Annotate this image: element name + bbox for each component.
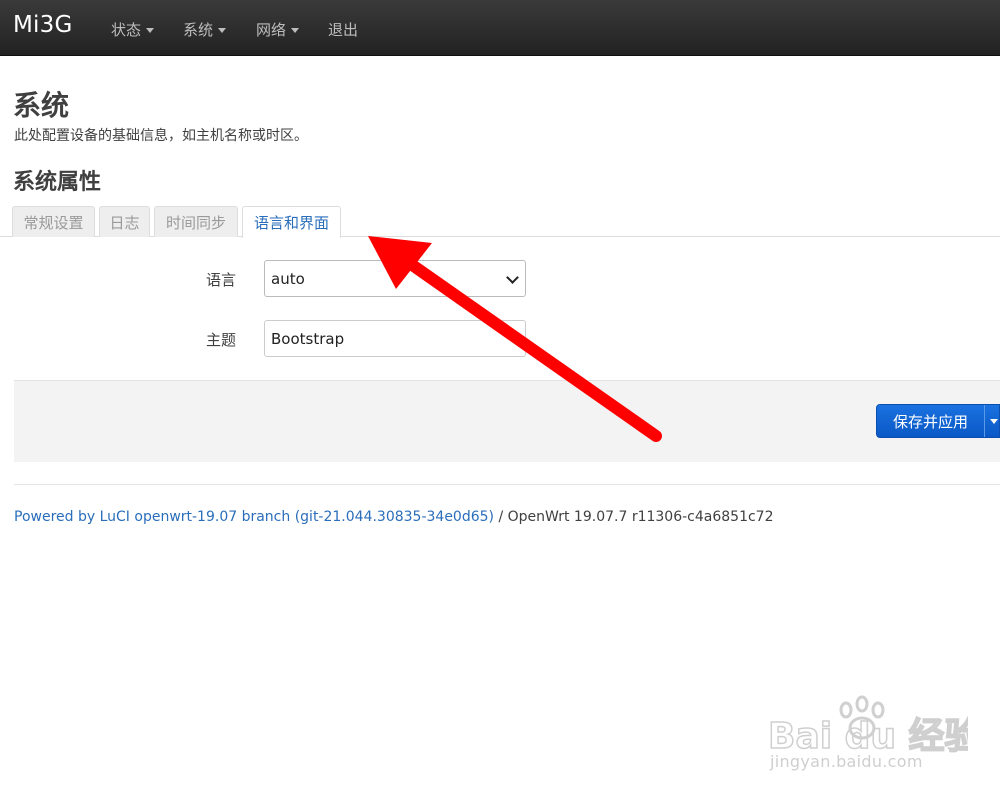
button-divider	[984, 405, 985, 437]
chevron-down-icon	[146, 28, 155, 33]
language-label: 语言	[206, 271, 237, 289]
nav-status-label: 状态	[111, 21, 142, 39]
footer: Powered by LuCI openwrt-19.07 branch (gi…	[14, 509, 774, 525]
chevron-down-icon	[506, 271, 519, 284]
luci-version-link[interactable]: Powered by LuCI openwrt-19.07 branch (gi…	[14, 509, 494, 525]
theme-label: 主题	[206, 331, 237, 349]
footer-divider	[14, 484, 1000, 485]
openwrt-version-text: / OpenWrt 19.07.7 r11306-c4a6851c72	[494, 509, 774, 525]
save-apply-label: 保存并应用	[893, 412, 969, 431]
tab-logging[interactable]: 日志	[99, 206, 150, 237]
form-action-bar	[14, 380, 1000, 462]
tab-language-and-style[interactable]: 语言和界面	[242, 206, 341, 238]
nav-system-label: 系统	[183, 21, 214, 39]
save-apply-button[interactable]: 保存并应用	[876, 404, 1000, 438]
chevron-down-icon	[291, 28, 300, 33]
nav-network-label: 网络	[256, 21, 287, 39]
top-navbar: Mi3G 状态 系统 网络 退出	[0, 0, 1000, 56]
tab-time-sync[interactable]: 时间同步	[154, 206, 238, 237]
brand-logo[interactable]: Mi3G	[13, 12, 73, 38]
page-title: 系统	[13, 89, 70, 122]
theme-field[interactable]: Bootstrap	[264, 320, 526, 357]
chevron-down-icon	[218, 28, 227, 33]
nav-network-menu[interactable]: 网络	[256, 19, 300, 40]
nav-logout-link[interactable]: 退出	[328, 19, 358, 40]
watermark-logo-text: Bai du 经验	[768, 716, 968, 757]
tab-general-settings[interactable]: 常规设置	[12, 206, 95, 237]
language-select-value: auto	[271, 269, 305, 288]
section-title: 系统属性	[13, 170, 102, 195]
watermark-url: jingyan.baidu.com	[770, 752, 923, 771]
tab-bar: 常规设置 日志 时间同步 语言和界面	[0, 206, 1000, 238]
theme-field-value: Bootstrap	[271, 329, 345, 348]
page-description: 此处配置设备的基础信息，如主机名称或时区。	[14, 128, 308, 144]
nav-system-menu[interactable]: 系统	[183, 19, 227, 40]
nav-logout-label: 退出	[328, 21, 359, 39]
chevron-down-icon[interactable]	[990, 419, 998, 424]
nav-status-menu[interactable]: 状态	[111, 19, 155, 40]
language-select[interactable]: auto	[264, 260, 526, 297]
